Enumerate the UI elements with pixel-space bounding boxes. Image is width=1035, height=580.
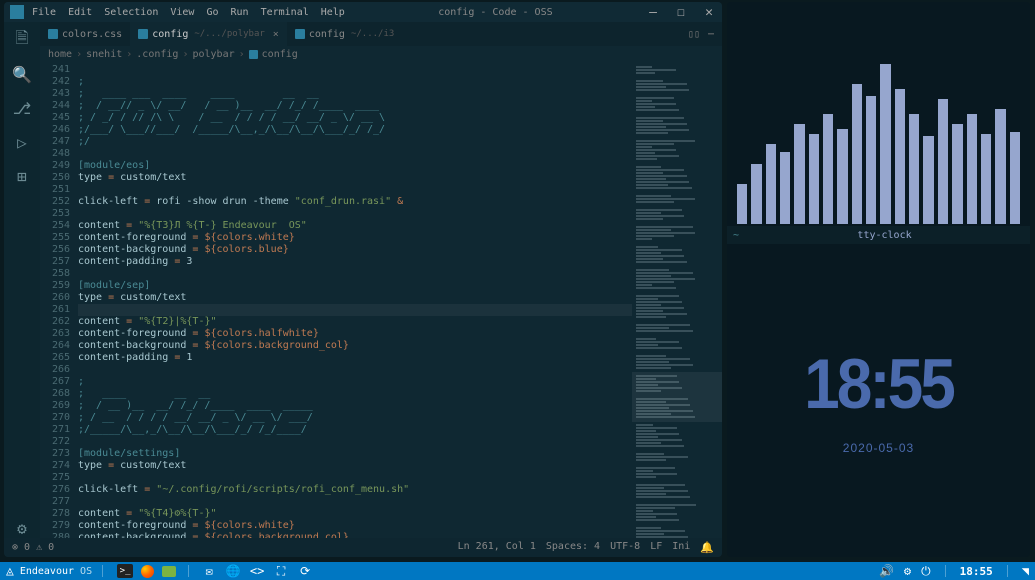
window-title: config - Code - OSS <box>345 7 646 18</box>
config-file-icon <box>249 50 258 59</box>
minimap[interactable] <box>632 62 722 538</box>
volume-icon[interactable]: 🔊 <box>879 564 894 578</box>
menu-run[interactable]: Run <box>231 7 249 18</box>
tab-config-polybar[interactable]: config ~/.../polybar × <box>130 22 287 46</box>
titlebar: File Edit Selection View Go Run Terminal… <box>4 2 722 22</box>
vscode-window: File Edit Selection View Go Run Terminal… <box>4 2 722 557</box>
minimize-button[interactable]: — <box>646 5 660 20</box>
config-file-icon <box>295 29 305 39</box>
activity-bar: 🗎 🔍 ⎇ ▷ ⊞ ⚙ <box>4 22 40 538</box>
config-file-icon <box>138 29 148 39</box>
menu-file[interactable]: File <box>32 7 56 18</box>
menu-go[interactable]: Go <box>206 7 218 18</box>
status-warnings[interactable]: ⚠ 0 <box>36 542 54 553</box>
sync-launcher-icon[interactable]: ⟳ <box>297 564 313 578</box>
firefox-launcher-icon[interactable] <box>141 565 154 578</box>
menu-edit[interactable]: Edit <box>68 7 92 18</box>
status-bar: ⊗ 0 ⚠ 0 Ln 261, Col 1 Spaces: 4 UTF-8 LF… <box>4 538 722 557</box>
tab-colors-css[interactable]: colors.css <box>40 22 130 46</box>
breadcrumb[interactable]: home› snehit› .config› polybar› config <box>40 46 722 62</box>
line-gutter: 2412422432442452462472482492502512522532… <box>40 62 78 538</box>
editor-tabs: colors.css config ~/.../polybar × config… <box>40 22 722 46</box>
notifications-icon[interactable]: 🔔 <box>700 541 714 554</box>
wifi-icon[interactable]: ◥ <box>1022 564 1029 578</box>
maximize-button[interactable]: ☐ <box>674 5 688 20</box>
css-file-icon <box>48 29 58 39</box>
visualizer-bars <box>737 44 1020 224</box>
status-position[interactable]: Ln 261, Col 1 <box>458 541 536 554</box>
file-manager-launcher-icon[interactable] <box>162 566 176 577</box>
editor-area[interactable]: 2412422432442452462472482492502512522532… <box>40 62 722 538</box>
mail-launcher-icon[interactable]: ✉ <box>201 564 217 578</box>
menu-help[interactable]: Help <box>321 7 345 18</box>
clock-date: 2020-05-03 <box>843 441 914 455</box>
audio-visualizer-window <box>727 2 1030 232</box>
os-brand-text: Endeavour OS <box>20 566 92 577</box>
status-language[interactable]: Ini <box>672 541 690 554</box>
explorer-icon[interactable]: 🗎 <box>12 30 32 50</box>
taskbar-clock[interactable]: 18:55 <box>960 565 993 578</box>
scm-icon[interactable]: ⎇ <box>12 98 32 118</box>
app-logo-icon <box>10 5 24 19</box>
terminal-launcher-icon[interactable]: >_ <box>117 564 133 578</box>
status-eol[interactable]: LF <box>650 541 662 554</box>
clock-time: 18:55 <box>804 343 953 424</box>
power-icon[interactable]: ⏻ <box>921 564 931 579</box>
split-editor-icon[interactable]: ▯▯ <box>688 29 700 40</box>
expand-launcher-icon[interactable]: ⛶ <box>273 564 289 578</box>
clock-title-text: tty-clock <box>739 230 1030 241</box>
browser-launcher-icon[interactable]: 🌐 <box>225 564 241 578</box>
settings-icon[interactable]: ⚙ <box>904 564 911 578</box>
minimap-viewport[interactable] <box>632 372 722 422</box>
code-launcher-icon[interactable]: <> <box>249 564 265 578</box>
extensions-icon[interactable]: ⊞ <box>12 166 32 186</box>
menu-selection[interactable]: Selection <box>104 7 158 18</box>
tab-close-icon[interactable]: × <box>273 29 279 40</box>
taskbar: ◬ Endeavour OS >_ ✉ 🌐 <> ⛶ ⟳ 🔊 ⚙ ⏻ 18:55… <box>0 562 1035 580</box>
search-icon[interactable]: 🔍 <box>12 64 32 84</box>
status-indent[interactable]: Spaces: 4 <box>546 541 600 554</box>
menu-view[interactable]: View <box>170 7 194 18</box>
code-content[interactable]: ;; ____ ___ ____ ____ __ __; / __// _ \/… <box>78 62 632 538</box>
terminal-prompt: ~ <box>727 230 739 241</box>
clock-titlebar: ~ tty-clock <box>727 226 1030 244</box>
more-actions-icon[interactable]: ⋯ <box>708 29 714 40</box>
os-logo-icon[interactable]: ◬ <box>6 564 14 579</box>
status-encoding[interactable]: UTF-8 <box>610 541 640 554</box>
menu-terminal[interactable]: Terminal <box>261 7 309 18</box>
tab-config-i3[interactable]: config ~/.../i3 <box>287 22 402 46</box>
settings-gear-icon[interactable]: ⚙ <box>12 518 32 538</box>
status-errors[interactable]: ⊗ 0 <box>12 542 30 553</box>
menu-bar: File Edit Selection View Go Run Terminal… <box>32 7 345 18</box>
clock-window: ~ tty-clock 18:55 2020-05-03 <box>727 226 1030 557</box>
close-button[interactable]: ✕ <box>702 5 716 20</box>
debug-icon[interactable]: ▷ <box>12 132 32 152</box>
